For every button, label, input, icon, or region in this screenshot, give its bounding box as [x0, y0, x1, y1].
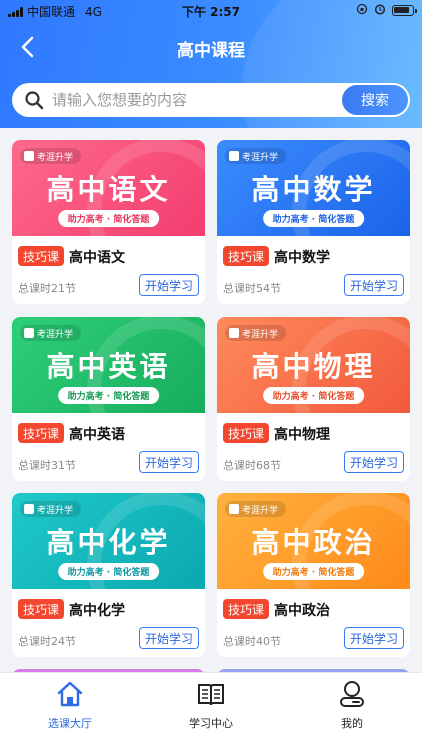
course-name: 高中语文 [69, 250, 125, 266]
course-type-badge: 技巧课 [18, 423, 65, 443]
start-study-button[interactable]: 开始学习 [138, 627, 199, 649]
battery-icon [392, 5, 417, 16]
lesson-count: 总课时24节 [18, 635, 76, 648]
brand-logo-icon [24, 328, 34, 338]
course-info: 技巧课 高中英语 总课时31节 开始学习 [12, 413, 205, 481]
rotation-lock-icon [356, 3, 368, 18]
course-info: 技巧课 高中数学 总课时54节 开始学习 [217, 236, 410, 304]
start-study-button[interactable]: 开始学习 [138, 274, 199, 296]
course-banner[interactable]: 考涯升学 高中数学 助力高考 · 简化答题 [217, 140, 410, 236]
banner-slogan: 助力高考 · 简化答题 [262, 210, 365, 227]
search-button[interactable]: 搜索 [342, 85, 408, 115]
header: 中国联通 4G 下午 2:57 高中课程 搜索 [0, 0, 422, 128]
start-study-button[interactable]: 开始学习 [138, 451, 199, 473]
tab-profile[interactable]: 我的 [302, 679, 402, 739]
course-type-badge: 技巧课 [18, 599, 65, 619]
course-card[interactable]: 考涯升学 高中数学 助力高考 · 简化答题 技巧课 高中数学 总课时54节 开始… [217, 140, 410, 304]
course-card[interactable]: 考涯升学 高中语文 助力高考 · 简化答题 技巧课 高中语文 总课时21节 开始… [12, 140, 205, 304]
brand-name: 考涯升学 [37, 152, 74, 163]
tab-course-hall[interactable]: 选课大厅 [20, 679, 120, 739]
banner-slogan: 助力高考 · 简化答题 [262, 387, 365, 404]
brand-tag: 考涯升学 [225, 501, 287, 517]
course-type-badge: 技巧课 [18, 246, 65, 266]
course-type-badge: 技巧课 [223, 599, 270, 619]
course-type-badge: 技巧课 [223, 246, 270, 266]
status-bar: 中国联通 4G 下午 2:57 [0, 0, 422, 22]
brand-name: 考涯升学 [242, 329, 279, 340]
course-banner[interactable]: 考涯升学 高中英语 助力高考 · 简化答题 [12, 317, 205, 413]
course-name: 高中政治 [274, 603, 330, 619]
brand-tag: 考涯升学 [20, 501, 82, 517]
book-icon [196, 679, 226, 709]
brand-name: 考涯升学 [37, 505, 74, 516]
brand-tag: 考涯升学 [20, 148, 82, 164]
tab-bar: 选课大厅 学习中心 我的 [0, 672, 422, 750]
course-info: 技巧课 高中化学 总课时24节 开始学习 [12, 589, 205, 657]
status-time: 下午 2:57 [181, 5, 241, 19]
banner-title: 高中数学 [251, 173, 376, 206]
course-info: 技巧课 高中物理 总课时68节 开始学习 [217, 413, 410, 481]
brand-logo-icon [24, 504, 34, 514]
course-card[interactable]: 考涯升学 高中化学 助力高考 · 简化答题 技巧课 高中化学 总课时24节 开始… [12, 493, 205, 657]
lesson-count: 总课时40节 [223, 635, 281, 648]
banner-title: 高中物理 [251, 350, 376, 383]
lesson-count: 总课时21节 [18, 282, 76, 295]
page-title: 高中课程 [177, 41, 245, 61]
banner-title: 高中化学 [46, 526, 171, 559]
banner-slogan: 助力高考 · 简化答题 [57, 563, 160, 580]
course-card[interactable]: 考涯升学 高中政治 助力高考 · 简化答题 技巧课 高中政治 总课时40节 开始… [217, 493, 410, 657]
banner-title: 高中语文 [46, 173, 171, 206]
start-study-button[interactable]: 开始学习 [343, 627, 404, 649]
brand-name: 考涯升学 [37, 329, 74, 340]
lesson-count: 总课时54节 [223, 282, 281, 295]
course-banner[interactable]: 考涯升学 高中政治 助力高考 · 简化答题 [217, 493, 410, 589]
brand-tag: 考涯升学 [20, 325, 82, 341]
tab-label: 我的 [341, 717, 363, 730]
alarm-icon [374, 3, 386, 18]
search-icon [24, 90, 44, 110]
brand-logo-icon [229, 328, 239, 338]
course-banner[interactable]: 考涯升学 高中物理 助力高考 · 简化答题 [217, 317, 410, 413]
search-input[interactable] [52, 85, 312, 115]
brand-name: 考涯升学 [242, 505, 279, 516]
tab-label: 学习中心 [189, 717, 233, 730]
brand-tag: 考涯升学 [225, 148, 287, 164]
course-name: 高中化学 [69, 603, 125, 619]
search-bar: 搜索 [12, 83, 410, 117]
tab-label: 选课大厅 [48, 717, 92, 730]
home-icon [55, 679, 85, 709]
profile-icon [337, 679, 367, 709]
course-card[interactable]: 考涯升学 高中英语 助力高考 · 简化答题 技巧课 高中英语 总课时31节 开始… [12, 317, 205, 481]
banner-slogan: 助力高考 · 简化答题 [57, 387, 160, 404]
course-banner[interactable]: 考涯升学 高中语文 助力高考 · 简化答题 [12, 140, 205, 236]
course-info: 技巧课 高中政治 总课时40节 开始学习 [217, 589, 410, 657]
brand-logo-icon [24, 151, 34, 161]
nav-bar: 高中课程 [0, 26, 422, 70]
course-name: 高中数学 [274, 250, 330, 266]
course-banner[interactable]: 考涯升学 高中化学 助力高考 · 简化答题 [12, 493, 205, 589]
banner-slogan: 助力高考 · 简化答题 [57, 210, 160, 227]
banner-title: 高中英语 [46, 350, 171, 383]
start-study-button[interactable]: 开始学习 [343, 451, 404, 473]
banner-slogan: 助力高考 · 简化答题 [262, 563, 365, 580]
course-name: 高中英语 [69, 427, 125, 443]
course-info: 技巧课 高中语文 总课时21节 开始学习 [12, 236, 205, 304]
banner-title: 高中政治 [251, 526, 376, 559]
start-study-button[interactable]: 开始学习 [343, 274, 404, 296]
lesson-count: 总课时68节 [223, 459, 281, 472]
course-type-badge: 技巧课 [223, 423, 270, 443]
course-name: 高中物理 [274, 427, 330, 443]
brand-logo-icon [229, 151, 239, 161]
brand-name: 考涯升学 [242, 152, 279, 163]
tab-study-center[interactable]: 学习中心 [161, 679, 261, 739]
course-card[interactable]: 考涯升学 高中物理 助力高考 · 简化答题 技巧课 高中物理 总课时68节 开始… [217, 317, 410, 481]
brand-logo-icon [229, 504, 239, 514]
lesson-count: 总课时31节 [18, 459, 76, 472]
brand-tag: 考涯升学 [225, 325, 287, 341]
